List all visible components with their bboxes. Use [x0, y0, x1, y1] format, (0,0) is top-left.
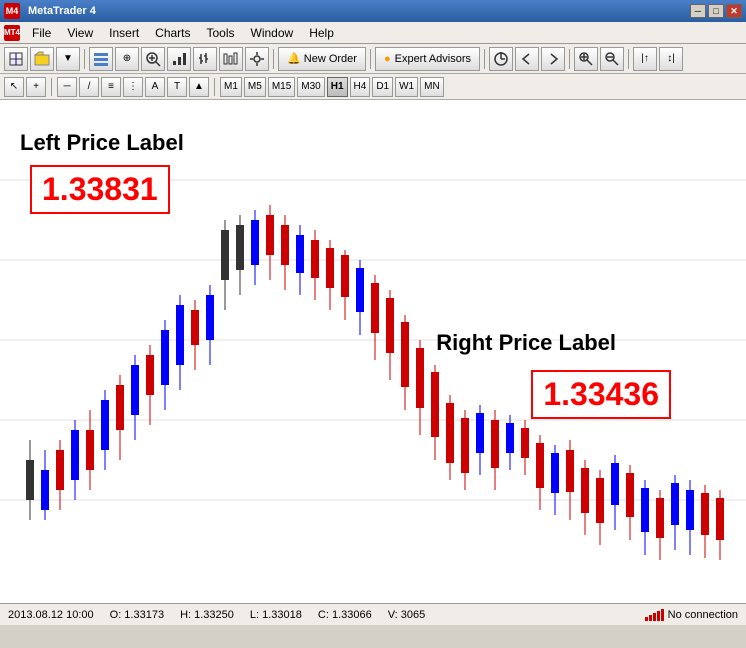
history-btn[interactable] — [489, 47, 513, 71]
status-low: L: 1.33018 — [250, 609, 302, 621]
title-controls[interactable]: ─ □ ✕ — [690, 4, 742, 18]
channel-tool[interactable]: ⋮ — [123, 77, 143, 97]
close-button[interactable]: ✕ — [726, 4, 742, 18]
chart-area[interactable]: Left Price Label 1.33831 Right Price Lab… — [0, 100, 746, 603]
timeframe-toolbar: ↖ + ─ / ≡ ⋮ A T ▲ M1 M5 M15 M30 H1 H4 D1… — [0, 74, 746, 100]
expert-advisors-button[interactable]: ● Expert Advisors — [375, 47, 480, 71]
right-price-label: Right Price Label — [436, 330, 616, 356]
main-toolbar: ▼ ⊕ 🔔 New Order ● Expert Advisors — [0, 44, 746, 74]
new-order-button[interactable]: 🔔 New Order — [278, 47, 366, 71]
signal-bar-3 — [653, 613, 656, 621]
open-btn[interactable] — [30, 47, 54, 71]
status-bar: 2013.08.12 10:00 O: 1.33173 H: 1.33250 L… — [0, 603, 746, 625]
tf-m1[interactable]: M1 — [220, 77, 242, 97]
title-bar: M4 MetaTrader 4 ─ □ ✕ — [0, 0, 746, 22]
new-order-icon: 🔔 — [287, 53, 304, 65]
signal-bar-2 — [649, 615, 652, 621]
status-volume: V: 3065 — [388, 609, 426, 621]
tf-w1[interactable]: W1 — [395, 77, 418, 97]
menu-view[interactable]: View — [59, 24, 101, 42]
connection-status: No connection — [645, 609, 738, 621]
indicator-btn[interactable]: |↑ — [633, 47, 657, 71]
minimize-button[interactable]: ─ — [690, 4, 706, 18]
hlines-tool[interactable]: ≡ — [101, 77, 121, 97]
menu-app-icon: MT4 — [4, 25, 20, 41]
expert-icon: ● — [384, 53, 391, 65]
back-btn[interactable] — [515, 47, 539, 71]
tf-sep1 — [51, 78, 52, 96]
right-price-box: 1.33436 — [531, 370, 671, 419]
tf-m5[interactable]: M5 — [244, 77, 266, 97]
chart-type-btn[interactable] — [167, 47, 191, 71]
zoom-out-btn[interactable] — [600, 47, 624, 71]
sep6 — [628, 49, 629, 69]
tline-tool[interactable]: / — [79, 77, 99, 97]
crosshair-tool[interactable]: + — [26, 77, 46, 97]
cursor-tool[interactable]: ↖ — [4, 77, 24, 97]
fwd-btn[interactable] — [541, 47, 565, 71]
status-close: C: 1.33066 — [318, 609, 372, 621]
hline-tool[interactable]: ─ — [57, 77, 77, 97]
crosshair-btn[interactable]: ⊕ — [115, 47, 139, 71]
maximize-button[interactable]: □ — [708, 4, 724, 18]
signal-bar-4 — [657, 611, 660, 621]
scroll-btn[interactable]: ↕| — [659, 47, 683, 71]
properties-btn[interactable] — [245, 47, 269, 71]
left-price-box: 1.33831 — [30, 165, 170, 214]
sep3 — [370, 49, 371, 69]
menu-window[interactable]: Window — [243, 24, 302, 42]
menu-help[interactable]: Help — [301, 24, 342, 42]
text-tool[interactable]: A — [145, 77, 165, 97]
status-datetime: 2013.08.12 10:00 — [8, 609, 94, 621]
new-chart-btn[interactable] — [4, 47, 28, 71]
zoom-in2-btn[interactable] — [574, 47, 598, 71]
tf-h4[interactable]: H4 — [350, 77, 371, 97]
app-icon: M4 — [4, 3, 20, 19]
menu-charts[interactable]: Charts — [147, 24, 198, 42]
sep5 — [569, 49, 570, 69]
menu-insert[interactable]: Insert — [101, 24, 147, 42]
menu-file[interactable]: File — [24, 24, 59, 42]
dropdown-btn[interactable]: ▼ — [56, 47, 80, 71]
menu-bar: MT4 File View Insert Charts Tools Window… — [0, 22, 746, 44]
tf-m30[interactable]: M30 — [297, 77, 324, 97]
tf-d1[interactable]: D1 — [372, 77, 393, 97]
signal-bar-1 — [645, 617, 648, 621]
bar-chart-btn[interactable] — [193, 47, 217, 71]
tf-sep2 — [214, 78, 215, 96]
title-text: MetaTrader 4 — [28, 5, 96, 17]
zoom-in-btn[interactable] — [141, 47, 165, 71]
label-tool[interactable]: T — [167, 77, 187, 97]
signal-bar-5 — [661, 609, 664, 621]
tf-h1[interactable]: H1 — [327, 77, 348, 97]
tf-mn[interactable]: MN — [420, 77, 444, 97]
title-bar-left: M4 MetaTrader 4 — [4, 3, 96, 19]
left-price-label: Left Price Label — [20, 130, 184, 156]
status-open: O: 1.33173 — [110, 609, 164, 621]
sep1 — [84, 49, 85, 69]
status-high: H: 1.33250 — [180, 609, 234, 621]
connection-text: No connection — [668, 609, 738, 621]
sep4 — [484, 49, 485, 69]
menu-tools[interactable]: Tools — [199, 24, 243, 42]
profiles-btn[interactable] — [89, 47, 113, 71]
tf-m15[interactable]: M15 — [268, 77, 295, 97]
zoom-bars-btn[interactable] — [219, 47, 243, 71]
sep2 — [273, 49, 274, 69]
arrow-tool[interactable]: ▲ — [189, 77, 209, 97]
connection-bars — [645, 609, 664, 621]
